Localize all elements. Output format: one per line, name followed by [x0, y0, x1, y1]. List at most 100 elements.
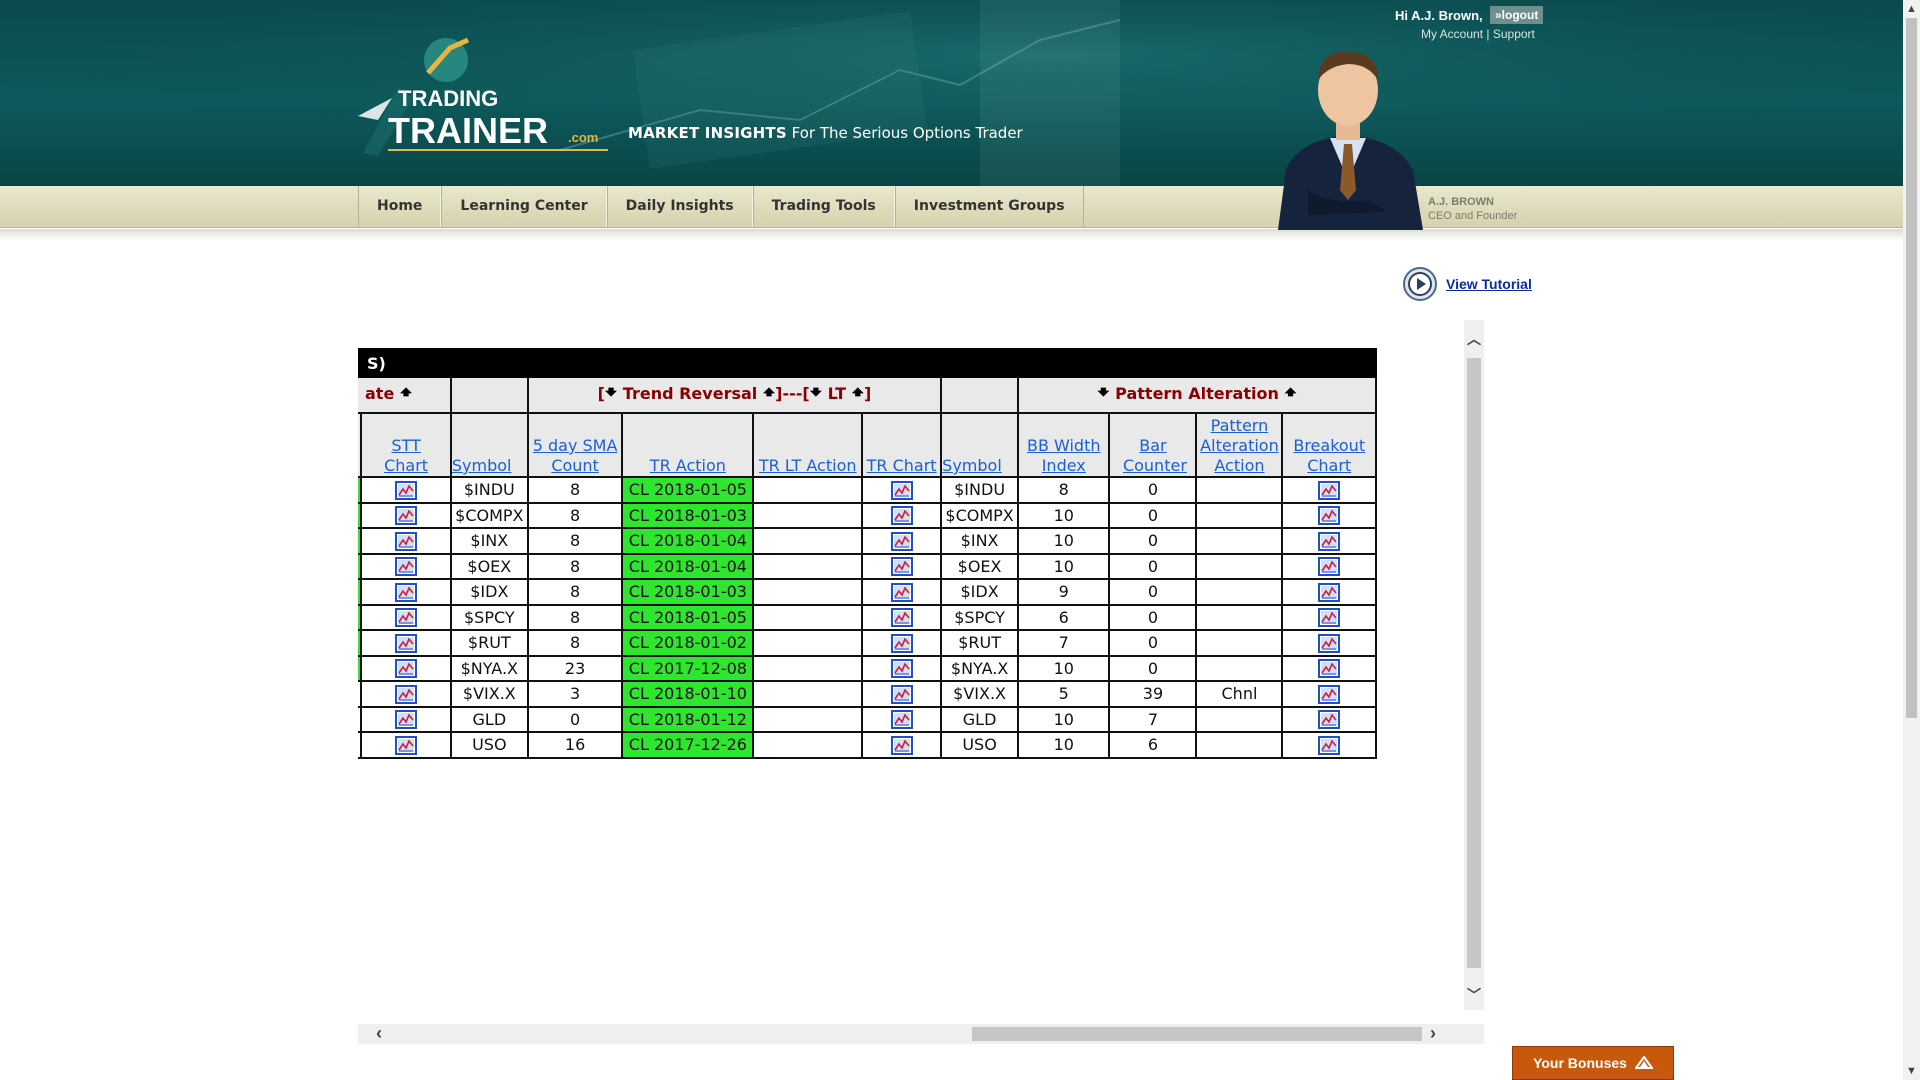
breakout-chart-cell[interactable]	[1281, 552, 1377, 580]
chart-icon[interactable]	[890, 582, 913, 602]
chart-icon[interactable]	[395, 531, 418, 551]
chart-icon[interactable]	[1318, 633, 1341, 653]
nav-item-home[interactable]: Home	[358, 186, 442, 227]
breakout-chart-cell[interactable]	[1281, 629, 1377, 657]
chart-icon[interactable]	[395, 709, 418, 730]
stt-chart-cell[interactable]	[360, 629, 452, 657]
tr-chart-cell[interactable]	[861, 654, 943, 682]
symbol2-header-link[interactable]: Symbol	[943, 456, 1002, 475]
stt-chart-cell[interactable]	[360, 527, 452, 555]
chart-icon[interactable]	[395, 658, 418, 679]
scroll-up-arrow-icon[interactable]: ︿	[1467, 332, 1481, 346]
nav-item-daily-insights[interactable]: Daily Insights	[606, 186, 753, 227]
stt-chart-cell[interactable]	[360, 552, 452, 580]
scroll-down-arrow-icon[interactable]: ﹀	[1467, 988, 1481, 1002]
scroll-left-arrow-icon[interactable]: ‹	[376, 1024, 382, 1042]
support-link[interactable]: Support	[1493, 27, 1535, 41]
tr-chart-cell[interactable]	[861, 501, 943, 529]
trading-trainer-logo[interactable]: TRADING TRAINER .com	[358, 28, 618, 158]
nav-item-trading-tools[interactable]: Trading Tools	[752, 186, 895, 227]
breakout-chart-cell[interactable]	[1281, 731, 1377, 759]
chart-icon[interactable]	[1318, 684, 1341, 704]
breakout-chart-header-link[interactable]: Breakout Chart	[1289, 436, 1369, 475]
tr-chart-cell[interactable]	[861, 680, 943, 708]
chart-icon[interactable]	[1318, 480, 1341, 500]
chart-icon[interactable]	[395, 556, 418, 577]
scroll-right-arrow-icon[interactable]: ›	[1430, 1024, 1436, 1042]
stt-chart-header-link[interactable]: STT Chart	[376, 436, 436, 475]
page-scroll-down-icon[interactable]: ▼	[1906, 1064, 1917, 1078]
chart-icon[interactable]	[395, 684, 418, 704]
col-sma-header[interactable]: 5 day SMA Count	[526, 412, 624, 478]
chart-icon[interactable]	[890, 735, 913, 755]
page-scroll-up-icon[interactable]: ▲	[1906, 2, 1917, 16]
chart-icon[interactable]	[890, 505, 913, 526]
tr-chart-cell[interactable]	[861, 476, 943, 504]
col-bb-width-header[interactable]: BB Width Index	[1017, 412, 1111, 478]
stt-chart-cell[interactable]	[360, 680, 452, 708]
col-stt-chart-header[interactable]: STT Chart	[360, 412, 452, 478]
chart-icon[interactable]	[1318, 709, 1341, 730]
chart-icon[interactable]	[395, 480, 418, 500]
breakout-chart-cell[interactable]	[1281, 680, 1377, 708]
col-symbol2-header[interactable]: Symbol	[940, 412, 1020, 478]
breakout-chart-cell[interactable]	[1281, 654, 1377, 682]
stt-chart-cell[interactable]	[360, 654, 452, 682]
chart-icon[interactable]	[890, 658, 913, 679]
chart-icon[interactable]	[395, 633, 418, 653]
chart-icon[interactable]	[890, 531, 913, 551]
chart-icon[interactable]	[1318, 658, 1341, 679]
chart-icon[interactable]	[890, 480, 913, 500]
chart-icon[interactable]	[395, 607, 418, 628]
page-vertical-scrollbar[interactable]: ▲ ▼	[1903, 0, 1920, 1080]
sma-count-header-link[interactable]: 5 day SMA Count	[530, 436, 621, 475]
chart-icon[interactable]	[395, 505, 418, 526]
bar-counter-header-link[interactable]: Bar Counter	[1123, 436, 1187, 475]
chart-icon[interactable]	[1318, 582, 1341, 602]
breakout-chart-cell[interactable]	[1281, 705, 1377, 733]
tr-lt-action-header-link[interactable]: TR LT Action	[759, 456, 857, 475]
breakout-chart-cell[interactable]	[1281, 476, 1377, 504]
col-tr-lt-action-header[interactable]: TR LT Action	[752, 412, 864, 478]
tr-chart-cell[interactable]	[861, 629, 943, 657]
chart-icon[interactable]	[1318, 556, 1341, 577]
breakout-chart-cell[interactable]	[1281, 527, 1377, 555]
tr-chart-cell[interactable]	[861, 552, 943, 580]
tr-chart-cell[interactable]	[861, 731, 943, 759]
stt-chart-cell[interactable]	[360, 603, 452, 631]
frame-vertical-scrollbar[interactable]: ︿ ﹀	[1464, 320, 1484, 1010]
stt-chart-cell[interactable]	[360, 476, 452, 504]
col-bar-counter-header[interactable]: Bar Counter	[1108, 412, 1198, 478]
chart-icon[interactable]	[1318, 505, 1341, 526]
frame-vertical-scroll-thumb[interactable]	[1467, 358, 1481, 968]
chart-icon[interactable]	[890, 633, 913, 653]
col-breakout-chart-header[interactable]: Breakout Chart	[1281, 412, 1377, 478]
logout-button[interactable]: »logout	[1490, 6, 1544, 24]
tr-chart-cell[interactable]	[861, 705, 943, 733]
view-tutorial-link[interactable]: View Tutorial	[1446, 276, 1532, 292]
chart-icon[interactable]	[395, 735, 418, 755]
chart-icon[interactable]	[1318, 607, 1341, 628]
breakout-chart-cell[interactable]	[1281, 501, 1377, 529]
page-vertical-scroll-thumb[interactable]	[1906, 18, 1917, 718]
tr-chart-header-link[interactable]: TR Chart	[867, 456, 937, 475]
stt-chart-cell[interactable]	[360, 578, 452, 606]
chart-icon[interactable]	[890, 684, 913, 704]
tr-action-header-link[interactable]: TR Action	[650, 456, 726, 475]
pa-action-header-link[interactable]: Pattern Alteration Action	[1198, 416, 1280, 475]
breakout-chart-cell[interactable]	[1281, 578, 1377, 606]
chart-icon[interactable]	[1318, 735, 1341, 755]
frame-horizontal-scroll-thumb[interactable]	[972, 1027, 1422, 1041]
stt-chart-cell[interactable]	[360, 705, 452, 733]
view-tutorial[interactable]: View Tutorial	[1402, 266, 1532, 302]
my-account-link[interactable]: My Account	[1421, 27, 1483, 41]
chart-icon[interactable]	[1318, 531, 1341, 551]
data-frame[interactable]: S) ate 🠹 [🠻 Trend Reversal 🠹]---[🠻 LT 🠹]…	[358, 320, 1484, 1044]
your-bonuses-button[interactable]: Your Bonuses	[1512, 1046, 1674, 1080]
col-tr-action-header[interactable]: TR Action	[621, 412, 755, 478]
chart-icon[interactable]	[890, 607, 913, 628]
tr-chart-cell[interactable]	[861, 527, 943, 555]
stt-chart-cell[interactable]	[360, 731, 452, 759]
col-tr-chart-header[interactable]: TR Chart	[861, 412, 943, 478]
symbol-header-link[interactable]: Symbol	[453, 456, 512, 475]
